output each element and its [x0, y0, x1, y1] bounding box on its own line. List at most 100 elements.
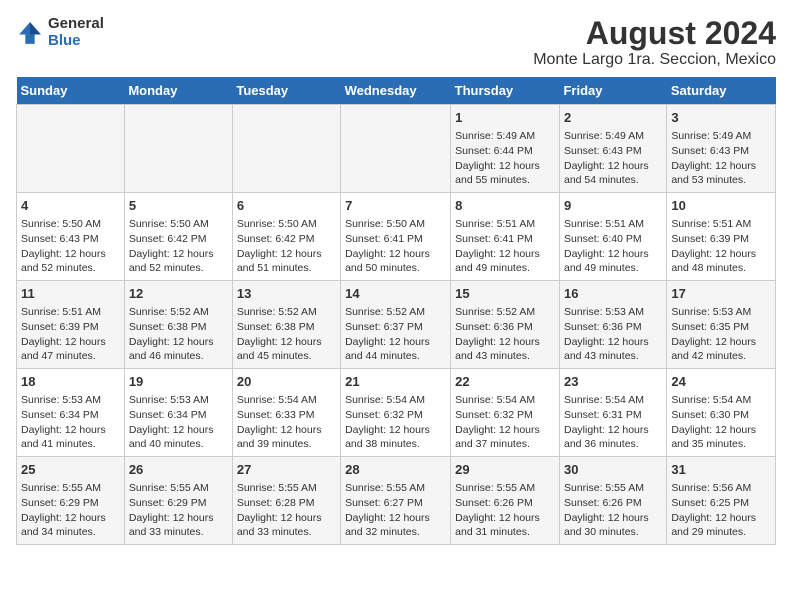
cell-content-line: Sunset: 6:27 PM — [345, 496, 446, 511]
calendar-cell — [232, 105, 340, 193]
day-number: 12 — [129, 285, 228, 303]
cell-content-line: Sunset: 6:26 PM — [564, 496, 662, 511]
cell-content-line: Sunrise: 5:49 AM — [455, 129, 555, 144]
calendar-cell: 29Sunrise: 5:55 AMSunset: 6:26 PMDayligh… — [451, 456, 560, 544]
cell-content-line: Daylight: 12 hours and 40 minutes. — [129, 423, 228, 452]
cell-content-line: Sunrise: 5:55 AM — [345, 481, 446, 496]
calendar-week-4: 18Sunrise: 5:53 AMSunset: 6:34 PMDayligh… — [17, 369, 776, 457]
col-friday: Friday — [559, 77, 666, 105]
col-tuesday: Tuesday — [232, 77, 340, 105]
calendar-cell: 16Sunrise: 5:53 AMSunset: 6:36 PMDayligh… — [559, 281, 666, 369]
col-thursday: Thursday — [451, 77, 560, 105]
day-number: 16 — [564, 285, 662, 303]
cell-content-line: Daylight: 12 hours and 50 minutes. — [345, 247, 446, 276]
cell-content-line: Sunset: 6:28 PM — [237, 496, 336, 511]
cell-content-line: Sunset: 6:41 PM — [455, 232, 555, 247]
cell-content-line: Sunset: 6:31 PM — [564, 408, 662, 423]
col-wednesday: Wednesday — [341, 77, 451, 105]
cell-content-line: Daylight: 12 hours and 47 minutes. — [21, 335, 120, 364]
day-number: 29 — [455, 461, 555, 479]
day-number: 26 — [129, 461, 228, 479]
cell-content-line: Sunrise: 5:55 AM — [129, 481, 228, 496]
calendar-cell: 8 Sunrise: 5:51 AMSunset: 6:41 PMDaylight… — [451, 193, 560, 281]
cell-content-line: Daylight: 12 hours and 43 minutes. — [455, 335, 555, 364]
cell-content-line: Daylight: 12 hours and 37 minutes. — [455, 423, 555, 452]
cell-content-line: Sunrise: 5:52 AM — [129, 305, 228, 320]
day-number: 21 — [345, 373, 446, 391]
calendar-cell — [124, 105, 232, 193]
cell-content-line: Sunset: 6:39 PM — [671, 232, 771, 247]
cell-content-line: Sunset: 6:25 PM — [671, 496, 771, 511]
cell-content-line: Sunrise: 5:53 AM — [129, 393, 228, 408]
cell-content-line: Daylight: 12 hours and 39 minutes. — [237, 423, 336, 452]
cell-content-line: Daylight: 12 hours and 34 minutes. — [21, 511, 120, 540]
day-number: 14 — [345, 285, 446, 303]
cell-content-line: Daylight: 12 hours and 43 minutes. — [564, 335, 662, 364]
day-number: 20 — [237, 373, 336, 391]
cell-content-line: Sunrise: 5:50 AM — [21, 217, 120, 232]
calendar-cell: 3Sunrise: 5:49 AMSunset: 6:43 PMDaylight… — [667, 105, 776, 193]
cell-content-line: Sunset: 6:34 PM — [129, 408, 228, 423]
calendar-cell: 23Sunrise: 5:54 AMSunset: 6:31 PMDayligh… — [559, 369, 666, 457]
cell-content-line: Sunrise: 5:53 AM — [21, 393, 120, 408]
cell-content-line: Sunset: 6:43 PM — [564, 144, 662, 159]
calendar-subtitle: Monte Largo 1ra. Seccion, Mexico — [533, 51, 776, 69]
logo: General Blue — [16, 16, 104, 49]
day-number: 27 — [237, 461, 336, 479]
calendar-cell: 24Sunrise: 5:54 AMSunset: 6:30 PMDayligh… — [667, 369, 776, 457]
calendar-cell: 21Sunrise: 5:54 AMSunset: 6:32 PMDayligh… — [341, 369, 451, 457]
cell-content-line: Sunrise: 5:52 AM — [345, 305, 446, 320]
day-number: 8 — [455, 197, 555, 215]
calendar-cell: 20Sunrise: 5:54 AMSunset: 6:33 PMDayligh… — [232, 369, 340, 457]
cell-content-line: Sunrise: 5:52 AM — [455, 305, 555, 320]
calendar-cell: 12Sunrise: 5:52 AMSunset: 6:38 PMDayligh… — [124, 281, 232, 369]
cell-content-line: Daylight: 12 hours and 49 minutes. — [455, 247, 555, 276]
cell-content-line: Daylight: 12 hours and 30 minutes. — [564, 511, 662, 540]
calendar-cell: 14Sunrise: 5:52 AMSunset: 6:37 PMDayligh… — [341, 281, 451, 369]
calendar-cell — [17, 105, 125, 193]
cell-content-line: Sunrise: 5:55 AM — [21, 481, 120, 496]
day-number: 4 — [21, 197, 120, 215]
cell-content-line: Sunset: 6:40 PM — [564, 232, 662, 247]
day-number: 5 — [129, 197, 228, 215]
calendar-cell: 11Sunrise: 5:51 AMSunset: 6:39 PMDayligh… — [17, 281, 125, 369]
cell-content-line: Daylight: 12 hours and 55 minutes. — [455, 159, 555, 188]
day-number: 3 — [671, 109, 771, 127]
cell-content-line: Sunset: 6:26 PM — [455, 496, 555, 511]
cell-content-line: Sunset: 6:42 PM — [237, 232, 336, 247]
cell-content-line: Daylight: 12 hours and 49 minutes. — [564, 247, 662, 276]
cell-content-line: Sunrise: 5:53 AM — [671, 305, 771, 320]
cell-content-line: Daylight: 12 hours and 42 minutes. — [671, 335, 771, 364]
col-sunday: Sunday — [17, 77, 125, 105]
cell-content-line: Daylight: 12 hours and 52 minutes. — [21, 247, 120, 276]
day-number: 2 — [564, 109, 662, 127]
calendar-week-3: 11Sunrise: 5:51 AMSunset: 6:39 PMDayligh… — [17, 281, 776, 369]
cell-content-line: Sunrise: 5:51 AM — [455, 217, 555, 232]
cell-content-line: Daylight: 12 hours and 35 minutes. — [671, 423, 771, 452]
calendar-cell: 5Sunrise: 5:50 AMSunset: 6:42 PMDaylight… — [124, 193, 232, 281]
cell-content-line: Sunset: 6:37 PM — [345, 320, 446, 335]
day-number: 11 — [21, 285, 120, 303]
col-monday: Monday — [124, 77, 232, 105]
cell-content-line: Sunrise: 5:56 AM — [671, 481, 771, 496]
cell-content-line: Sunrise: 5:51 AM — [21, 305, 120, 320]
cell-content-line: Sunset: 6:41 PM — [345, 232, 446, 247]
day-number: 30 — [564, 461, 662, 479]
calendar-cell: 1Sunrise: 5:49 AMSunset: 6:44 PMDaylight… — [451, 105, 560, 193]
calendar-cell: 30Sunrise: 5:55 AMSunset: 6:26 PMDayligh… — [559, 456, 666, 544]
cell-content-line: Sunrise: 5:49 AM — [671, 129, 771, 144]
calendar-cell: 4Sunrise: 5:50 AMSunset: 6:43 PMDaylight… — [17, 193, 125, 281]
cell-content-line: Daylight: 12 hours and 33 minutes. — [237, 511, 336, 540]
day-number: 15 — [455, 285, 555, 303]
cell-content-line: Sunset: 6:43 PM — [671, 144, 771, 159]
cell-content-line: Sunset: 6:35 PM — [671, 320, 771, 335]
calendar-table: Sunday Monday Tuesday Wednesday Thursday… — [16, 77, 776, 545]
day-number: 17 — [671, 285, 771, 303]
calendar-cell: 19Sunrise: 5:53 AMSunset: 6:34 PMDayligh… — [124, 369, 232, 457]
logo-text: General Blue — [48, 16, 104, 49]
cell-content-line: Daylight: 12 hours and 38 minutes. — [345, 423, 446, 452]
calendar-cell: 22Sunrise: 5:54 AMSunset: 6:32 PMDayligh… — [451, 369, 560, 457]
cell-content-line: Sunset: 6:36 PM — [564, 320, 662, 335]
cell-content-line: Sunrise: 5:54 AM — [564, 393, 662, 408]
day-number: 28 — [345, 461, 446, 479]
